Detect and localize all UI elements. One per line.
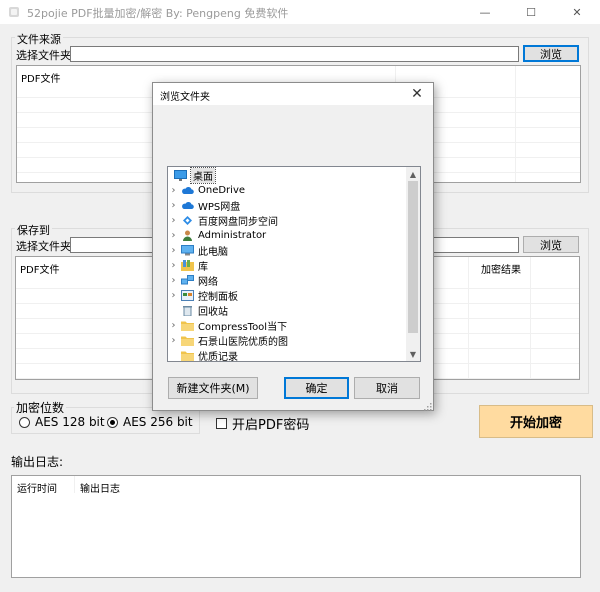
chevron-right-icon[interactable]: › bbox=[169, 320, 178, 331]
tree-item-label: 库 bbox=[198, 262, 208, 273]
folder-icon bbox=[181, 335, 194, 346]
recycle-bin-icon bbox=[181, 305, 194, 317]
cancel-button[interactable]: 取消 bbox=[354, 377, 420, 399]
desktop-icon bbox=[174, 170, 187, 181]
radio-indicator bbox=[19, 416, 30, 428]
tree-scrollbar[interactable]: ▲ ▼ bbox=[406, 167, 420, 361]
new-folder-button[interactable]: 新建文件夹(M) bbox=[168, 377, 258, 399]
title-bar: 52pojie PDF批量加密/解密 By: Pengpeng 免费软件 — ☐… bbox=[0, 0, 600, 24]
scroll-up-icon[interactable]: ▲ bbox=[406, 167, 420, 181]
chevron-right-icon[interactable]: › bbox=[169, 185, 178, 196]
maximize-button[interactable]: ☐ bbox=[508, 0, 554, 24]
tree-item-label: 网络 bbox=[198, 277, 218, 288]
tree-item[interactable]: › 网络 bbox=[169, 273, 218, 288]
close-icon: ✕ bbox=[572, 5, 582, 19]
ok-button[interactable]: 确定 bbox=[284, 377, 349, 399]
baidu-icon bbox=[181, 215, 194, 226]
tree-item[interactable]: › OneDrive bbox=[169, 183, 246, 198]
folder-icon bbox=[181, 350, 194, 361]
tree-item[interactable]: › 此电脑 bbox=[169, 243, 228, 258]
tree-item-label: 回收站 bbox=[198, 307, 228, 318]
tree-item-label: 控制面板 bbox=[198, 292, 238, 303]
pdf-password-checkbox[interactable]: 开启PDF密码 bbox=[216, 414, 309, 433]
output-browse-button[interactable]: 浏览 bbox=[523, 236, 579, 253]
aes256-radio[interactable]: AES 256 bit bbox=[107, 415, 193, 429]
close-button[interactable]: ✕ bbox=[554, 0, 600, 24]
tree-item-label: 此电脑 bbox=[198, 247, 228, 258]
network-icon bbox=[181, 275, 194, 286]
chevron-right-icon[interactable]: › bbox=[169, 245, 178, 256]
source-legend: 文件来源 bbox=[15, 31, 63, 47]
tree-item-label: Administrator bbox=[198, 230, 267, 241]
source-folder-label: 选择文件夹 bbox=[16, 49, 71, 62]
source-folder-input[interactable] bbox=[70, 46, 519, 62]
tree-item-label: CompressTool当下 bbox=[198, 322, 288, 333]
tree-item-label: 优质记录 bbox=[198, 352, 238, 362]
computer-icon bbox=[181, 245, 194, 256]
tree-item[interactable]: › 库 bbox=[169, 258, 208, 273]
dialog-title-bar: 浏览文件夹 ✕ bbox=[153, 83, 433, 105]
scroll-thumb[interactable] bbox=[408, 181, 418, 333]
chevron-right-icon[interactable]: › bbox=[169, 215, 178, 226]
log-label: 输出日志: bbox=[11, 455, 64, 469]
chevron-right-icon[interactable]: › bbox=[169, 230, 178, 241]
tree-item[interactable]: 回收站 bbox=[169, 303, 228, 318]
tree-item[interactable]: › 百度网盘同步空间 bbox=[169, 213, 279, 228]
log-list[interactable]: 运行时间 输出日志 bbox=[11, 475, 581, 578]
source-browse-button[interactable]: 浏览 bbox=[523, 45, 579, 62]
tree-item[interactable]: 优质记录 bbox=[169, 348, 238, 362]
chevron-right-icon[interactable]: › bbox=[169, 275, 178, 286]
chevron-right-icon[interactable]: › bbox=[169, 335, 178, 346]
output-folder-label: 选择文件夹 bbox=[16, 240, 71, 253]
cloud-icon bbox=[181, 200, 194, 211]
tree-item[interactable]: › CompressTool当下 bbox=[169, 318, 288, 333]
tree-item-label: 石景山医院优质的图 bbox=[198, 337, 288, 348]
user-icon bbox=[181, 230, 194, 241]
cloud-icon bbox=[181, 185, 194, 196]
chevron-right-icon[interactable]: › bbox=[169, 290, 178, 301]
column-divider bbox=[74, 476, 75, 493]
tree-item-label: 桌面 bbox=[190, 167, 216, 184]
tree-item-label: 百度网盘同步空间 bbox=[198, 217, 278, 228]
start-encrypt-button[interactable]: 开始加密 bbox=[479, 405, 593, 438]
radio-indicator bbox=[107, 416, 118, 428]
tree-item-label: OneDrive bbox=[198, 185, 246, 196]
close-icon: ✕ bbox=[411, 86, 423, 102]
log-header-time: 运行时间 bbox=[17, 484, 57, 495]
encryption-legend: 加密位数 bbox=[14, 399, 67, 416]
resize-grip-icon[interactable] bbox=[423, 401, 432, 411]
maximize-icon: ☐ bbox=[526, 5, 536, 19]
tree-item[interactable]: › Administrator bbox=[169, 228, 266, 243]
tree-item[interactable]: 桌面 bbox=[169, 167, 216, 184]
control-panel-icon bbox=[181, 290, 194, 301]
tree-item-label: WPS网盘 bbox=[198, 202, 241, 213]
tree-item[interactable]: › 控制面板 bbox=[169, 288, 238, 303]
dialog-close-button[interactable]: ✕ bbox=[405, 84, 429, 104]
aes128-radio[interactable]: AES 128 bit bbox=[19, 415, 105, 429]
scroll-down-icon[interactable]: ▼ bbox=[406, 347, 420, 361]
minimize-button[interactable]: — bbox=[462, 0, 508, 24]
browse-folder-dialog: 浏览文件夹 ✕ 桌面 › OneDrive › WPS网盘 › 百度网盘同步空间 › Admin… bbox=[152, 82, 434, 411]
output-legend: 保存到 bbox=[15, 222, 52, 238]
folder-icon bbox=[181, 320, 194, 331]
library-icon bbox=[181, 260, 194, 271]
minimize-icon: — bbox=[479, 5, 491, 19]
dialog-title: 浏览文件夹 bbox=[160, 92, 210, 103]
app-icon bbox=[8, 6, 20, 18]
tree-item[interactable]: › 石景山医院优质的图 bbox=[169, 333, 289, 348]
checkbox-indicator bbox=[216, 418, 227, 429]
log-header-message: 输出日志 bbox=[80, 484, 120, 495]
window-title: 52pojie PDF批量加密/解密 By: Pengpeng 免费软件 bbox=[27, 7, 289, 20]
folder-tree[interactable]: 桌面 › OneDrive › WPS网盘 › 百度网盘同步空间 › Administrator… bbox=[167, 166, 421, 362]
tree-item[interactable]: › WPS网盘 bbox=[169, 198, 241, 213]
chevron-right-icon[interactable]: › bbox=[169, 260, 178, 271]
chevron-right-icon[interactable]: › bbox=[169, 200, 178, 211]
